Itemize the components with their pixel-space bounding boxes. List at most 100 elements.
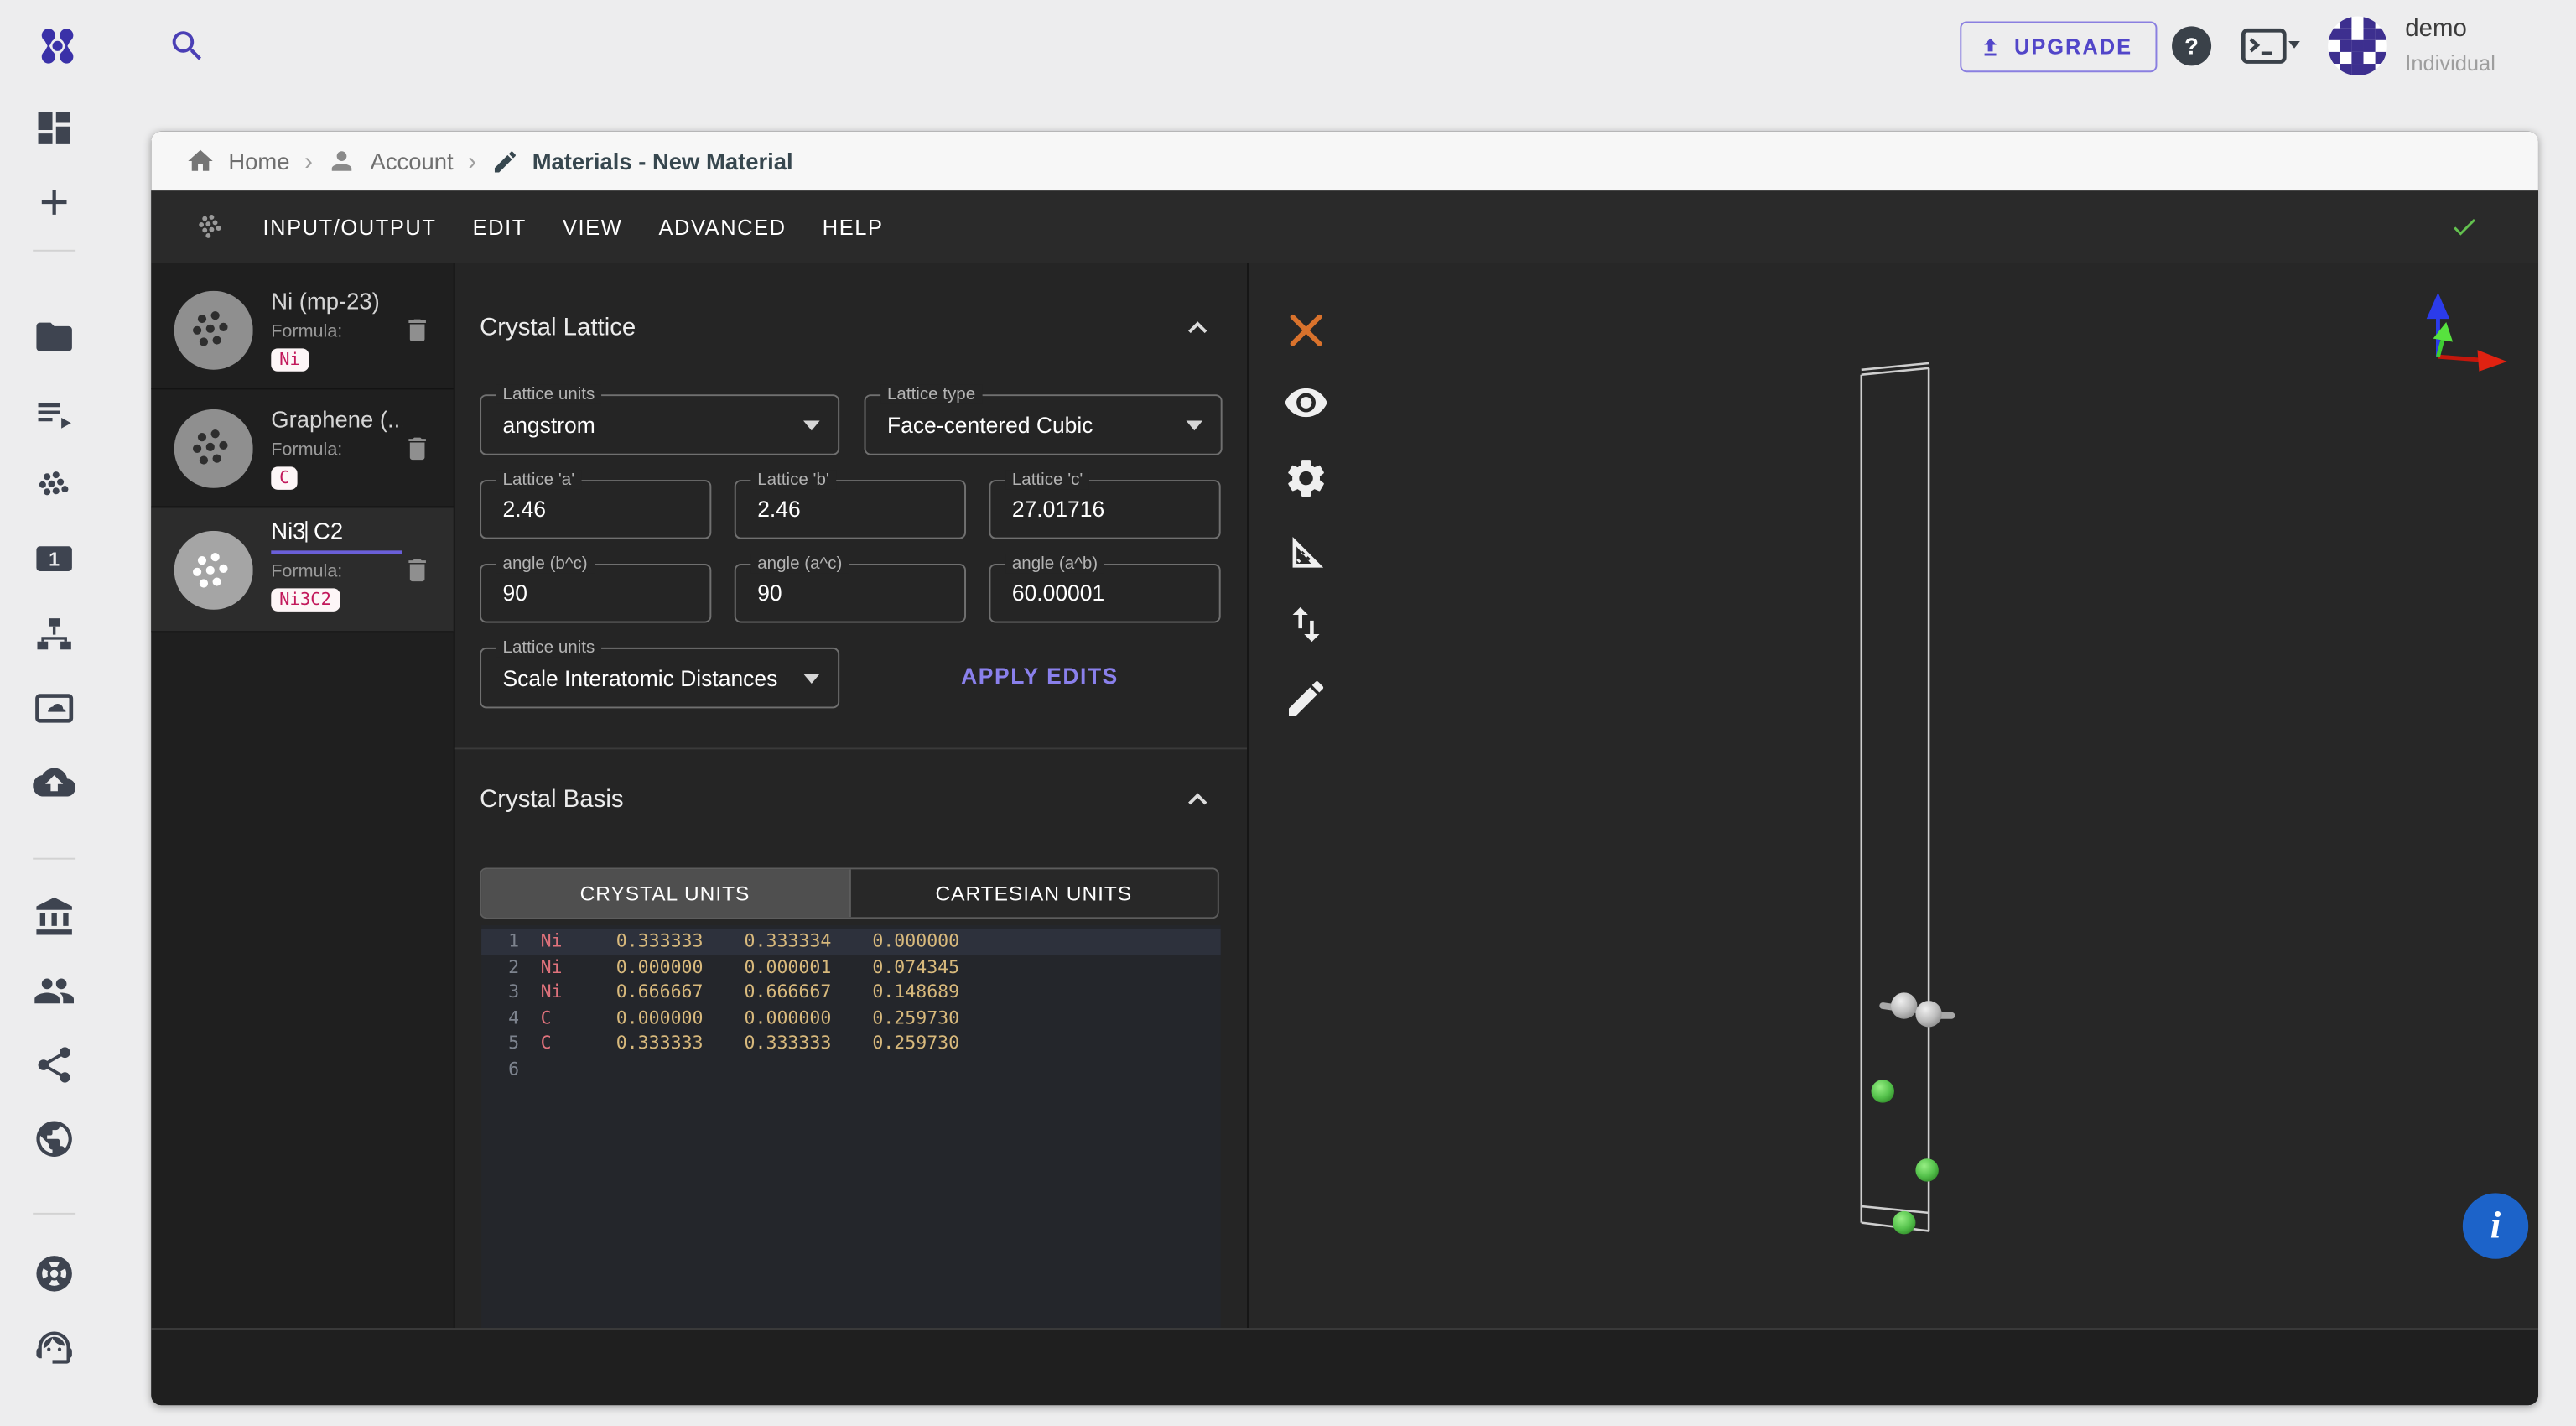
sidebar-divider [33, 1213, 75, 1215]
sidebar-divider [33, 858, 75, 860]
angle-bc-input[interactable]: angle (b^c)90 [480, 564, 711, 623]
viewer-3d-canvas[interactable]: i [1247, 263, 2538, 1328]
apply-edits-button[interactable]: APPLY EDITS [961, 664, 1119, 689]
bank-card-icon[interactable]: 1 [33, 538, 75, 580]
basis-code-editor[interactable]: 1Ni 0.3333330.3333340.000000 2Ni 0.00000… [481, 925, 1221, 1328]
scale-mode-select[interactable]: Lattice unitsScale Interatomic Distances [480, 648, 839, 708]
menu-input-output[interactable]: INPUT/OUTPUT [262, 215, 436, 239]
dashboard-icon[interactable] [33, 107, 75, 149]
material-item-ni[interactable]: Ni (mp-23) Formula: Ni [151, 271, 453, 389]
lattice-section-title: Crystal Lattice [480, 314, 636, 341]
material-thumbnail [174, 530, 253, 609]
materials-list: Ni (mp-23) Formula: Ni Graphene (... [151, 263, 454, 1328]
info-button[interactable]: i [2463, 1193, 2528, 1258]
close-viewer-icon[interactable] [1283, 307, 1329, 353]
upgrade-label: UPGRADE [2014, 34, 2132, 59]
atom-green [1893, 1211, 1915, 1234]
menu-help[interactable]: HELP [823, 215, 884, 239]
support-agent-icon[interactable] [33, 1326, 75, 1369]
delete-material-icon[interactable] [402, 554, 432, 584]
delete-material-icon[interactable] [402, 315, 432, 344]
app-root: UPGRADE ? demo In [0, 0, 2576, 1426]
workflows-tree-icon[interactable] [33, 613, 75, 656]
breadcrumb-home[interactable]: Home [185, 146, 289, 175]
search-icon[interactable] [168, 26, 207, 65]
unit-cell-scene [1249, 263, 2538, 1328]
angle-ac-input[interactable]: angle (a^c)90 [735, 564, 966, 623]
dropdown-arrow-icon [803, 673, 820, 683]
team-people-icon[interactable] [33, 970, 75, 1012]
edit-pencil-icon[interactable] [1283, 675, 1329, 721]
atom-green [1915, 1158, 1938, 1181]
projects-folder-icon[interactable] [33, 315, 75, 358]
editor-menu-bar: INPUT/OUTPUT EDIT VIEW ADVANCED HELP [151, 190, 2538, 263]
material-name: Graphene (... [271, 406, 402, 432]
tab-cartesian-units[interactable]: CARTESIAN UNITS [849, 869, 1218, 917]
card-footer [151, 1328, 2538, 1405]
sidebar-divider [33, 250, 75, 252]
settings-gear-icon[interactable] [1283, 455, 1329, 502]
breadcrumb-label: Materials - New Material [532, 148, 793, 174]
lattice-units-select[interactable]: Lattice unitsangstrom [480, 394, 839, 455]
helm-support-icon[interactable] [33, 1252, 75, 1295]
basis-row[interactable]: 5C 0.3333330.3333330.259730 [481, 1030, 1221, 1055]
dropdown-arrow-icon [803, 420, 820, 430]
delete-material-icon[interactable] [402, 433, 432, 462]
axes-gizmo [2382, 279, 2530, 378]
chevron-right-icon: › [304, 147, 313, 174]
angle-ab-input[interactable]: angle (a^b)60.00001 [989, 564, 1220, 623]
save-check-icon[interactable] [2449, 212, 2479, 242]
basis-section-title: Crystal Basis [480, 785, 623, 813]
media-images-icon[interactable] [33, 687, 75, 730]
share-icon[interactable] [33, 1043, 75, 1086]
menu-advanced[interactable]: ADVANCED [658, 215, 786, 239]
breadcrumb-current: Materials - New Material [491, 147, 793, 174]
basis-row[interactable]: 3Ni 0.6666670.6666670.148689 [481, 980, 1221, 1005]
atom-gray [1915, 1001, 1941, 1027]
basis-row[interactable]: 6 [481, 1056, 1221, 1081]
lattice-c-input[interactable]: Lattice 'c'27.01716 [989, 480, 1220, 539]
breadcrumb-account[interactable]: Account [328, 146, 454, 175]
visibility-eye-icon[interactable] [1283, 380, 1329, 426]
user-plan: Individual [2405, 51, 2496, 75]
left-sidebar: 1 [0, 92, 108, 1426]
lattice-a-input[interactable]: Lattice 'a'2.46 [480, 480, 711, 539]
swap-axes-icon[interactable] [1283, 601, 1329, 648]
menu-view[interactable]: VIEW [563, 215, 622, 239]
upgrade-button[interactable]: UPGRADE [1960, 21, 2157, 72]
person-icon [328, 146, 357, 175]
lattice-b-input[interactable]: Lattice 'b'2.46 [735, 480, 966, 539]
material-thumbnail [174, 409, 253, 487]
terminal-menu-icon[interactable] [2241, 28, 2300, 64]
measure-ruler-icon[interactable] [1283, 529, 1329, 575]
collapse-lattice-icon[interactable] [1185, 315, 1211, 341]
cloud-upload-icon[interactable] [33, 761, 75, 804]
institution-bank-icon[interactable] [33, 896, 75, 939]
user-avatar[interactable] [2328, 17, 2387, 76]
material-item-ni3c2-selected[interactable]: Ni3 C2 Formula: Ni3C2 [151, 507, 453, 632]
material-item-graphene[interactable]: Graphene (... Formula: C [151, 389, 453, 507]
tab-crystal-units[interactable]: CRYSTAL UNITS [481, 869, 849, 917]
formula-chip: Ni3C2 [271, 588, 340, 611]
section-divider [455, 747, 1247, 749]
formula-label: Formula: [271, 562, 342, 582]
material-name-input[interactable]: Ni3 C2 [271, 518, 343, 544]
add-new-icon[interactable] [33, 181, 75, 224]
materials-molecule-icon[interactable] [33, 465, 75, 507]
basis-row[interactable]: 1Ni 0.3333330.3333340.000000 [481, 929, 1221, 954]
top-bar: UPGRADE ? demo In [0, 0, 2576, 92]
jobs-playlist-icon[interactable] [33, 393, 75, 435]
designer-card: Home › Account › Materials - New Materia… [151, 132, 2538, 1405]
formula-chip: C [271, 466, 298, 489]
svg-text:1: 1 [49, 549, 60, 570]
breadcrumb-label: Home [228, 148, 289, 174]
globe-icon[interactable] [33, 1117, 75, 1160]
app-logo-icon[interactable] [34, 23, 80, 69]
menu-edit[interactable]: EDIT [473, 215, 527, 239]
basis-row[interactable]: 2Ni 0.0000000.0000010.074345 [481, 954, 1221, 979]
help-icon[interactable]: ? [2172, 26, 2211, 65]
material-name: Ni (mp-23) [271, 288, 380, 314]
lattice-type-select[interactable]: Lattice typeFace-centered Cubic [865, 394, 1223, 455]
basis-row[interactable]: 4C 0.0000000.0000000.259730 [481, 1005, 1221, 1030]
collapse-basis-icon[interactable] [1185, 787, 1211, 813]
